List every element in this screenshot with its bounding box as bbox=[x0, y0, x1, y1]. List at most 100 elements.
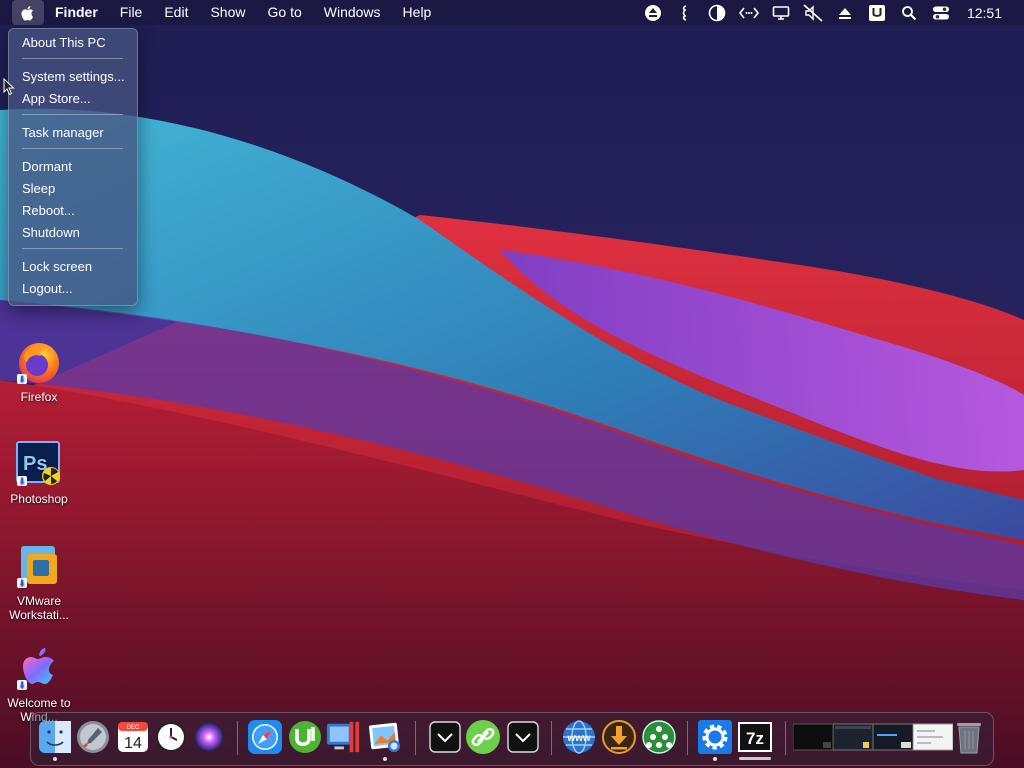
parallels-icon bbox=[326, 721, 360, 753]
running-indicator bbox=[383, 757, 387, 761]
eject-icon[interactable] bbox=[641, 3, 665, 23]
menu-edit[interactable]: Edit bbox=[153, 0, 199, 25]
menu-separator bbox=[22, 148, 123, 149]
menu-windows[interactable]: Windows bbox=[313, 0, 392, 25]
network-icon bbox=[642, 720, 676, 754]
settings-gear-icon bbox=[698, 720, 732, 754]
seven-zip-label: 7z bbox=[746, 729, 764, 748]
utorrent-icon bbox=[289, 721, 321, 753]
menu-item-system-settings[interactable]: System settings... bbox=[22, 67, 125, 87]
launchpad-icon bbox=[77, 721, 109, 753]
dock-folder-stack[interactable] bbox=[427, 719, 463, 755]
desktop-wallpaper bbox=[0, 0, 1024, 768]
calendar-icon: DEC 14 bbox=[118, 722, 148, 752]
menu-item-logout[interactable]: Logout... bbox=[22, 279, 73, 299]
mouse-cursor-icon bbox=[3, 78, 15, 96]
finder-icon bbox=[39, 721, 71, 753]
dock-separator bbox=[237, 721, 238, 755]
menu-go-to[interactable]: Go to bbox=[257, 0, 313, 25]
desktop-icon-label: Workstati... bbox=[9, 608, 69, 622]
code-arrows-icon[interactable] bbox=[737, 3, 761, 23]
display-icon[interactable] bbox=[769, 3, 793, 23]
search-icon[interactable] bbox=[897, 3, 921, 23]
menu-item-reboot[interactable]: Reboot... bbox=[22, 201, 75, 221]
menu-show[interactable]: Show bbox=[199, 0, 256, 25]
shortcut-arrow-icon: ⬇ bbox=[17, 374, 27, 384]
seven-zip-icon: 7z bbox=[738, 722, 772, 752]
upload-icon[interactable] bbox=[833, 3, 857, 23]
menu-item-lock-screen[interactable]: Lock screen bbox=[22, 257, 92, 277]
preview-icon bbox=[369, 722, 400, 752]
shortcut-arrow-icon: ⬇ bbox=[17, 578, 27, 588]
dock: DEC 14 www 7z bbox=[30, 712, 994, 766]
menu-separator bbox=[22, 114, 123, 115]
menu-item-app-store[interactable]: App Store... bbox=[22, 89, 91, 109]
download-icon bbox=[602, 720, 636, 754]
menu-item-shutdown[interactable]: Shutdown bbox=[22, 223, 80, 243]
quote-icon[interactable] bbox=[673, 3, 697, 23]
window-thumbnail bbox=[873, 723, 913, 751]
menu-bar: Finder File Edit Show Go to Windows Help bbox=[0, 0, 1024, 25]
control-center-icon[interactable] bbox=[929, 3, 953, 23]
desktop-icon-vmware[interactable]: ⬇ VMware Workstati... bbox=[1, 542, 77, 622]
link-icon bbox=[466, 720, 500, 754]
apple-logo-icon bbox=[21, 5, 33, 21]
window-thumbnail bbox=[833, 723, 873, 751]
dock-calendar[interactable]: DEC 14 bbox=[115, 719, 151, 755]
dock-minimized-window-4[interactable] bbox=[913, 719, 953, 755]
dock-siri[interactable] bbox=[191, 719, 227, 755]
dock-launchpad[interactable] bbox=[75, 719, 111, 755]
dock-downloads-stack[interactable] bbox=[505, 719, 541, 755]
menu-item-dormant[interactable]: Dormant bbox=[22, 157, 72, 177]
dock-7zip[interactable]: 7z bbox=[737, 719, 773, 755]
desktop-icon-label: Welcome to bbox=[7, 696, 71, 710]
desktop-icon-label: Firefox bbox=[20, 390, 58, 404]
dock-clock[interactable] bbox=[153, 719, 189, 755]
shortcut-arrow-icon: ⬇ bbox=[17, 680, 27, 690]
calendar-day: 14 bbox=[124, 735, 142, 752]
desktop-icon-photoshop[interactable]: Ps ⬇ Photoshop bbox=[1, 440, 77, 506]
apple-menu-button[interactable] bbox=[12, 0, 44, 25]
running-indicator bbox=[739, 757, 771, 760]
status-area: 12:51 bbox=[637, 0, 1024, 25]
window-thumbnail bbox=[793, 723, 833, 751]
dock-minimized-window-2[interactable] bbox=[833, 719, 873, 755]
desktop-icon-firefox[interactable]: ⬇ Firefox bbox=[1, 338, 77, 404]
chevron-down-icon bbox=[507, 721, 539, 753]
firefox-icon: ⬇ bbox=[15, 338, 63, 386]
window-thumbnail bbox=[913, 723, 953, 751]
dock-minimized-window-1[interactable] bbox=[793, 719, 833, 755]
trash-icon bbox=[957, 723, 981, 754]
chevron-down-icon bbox=[429, 721, 461, 753]
dock-parallels[interactable] bbox=[325, 719, 361, 755]
dock-finder[interactable] bbox=[37, 719, 73, 755]
menu-clock[interactable]: 12:51 bbox=[967, 5, 1002, 21]
dock-separator bbox=[687, 721, 688, 755]
calendar-month: DEC bbox=[127, 725, 140, 731]
contrast-icon[interactable] bbox=[705, 3, 729, 23]
welcome-app-icon: ⬇ bbox=[15, 644, 63, 692]
menu-item-sleep[interactable]: Sleep bbox=[22, 179, 55, 199]
dock-downloader[interactable] bbox=[601, 719, 637, 755]
mute-icon[interactable] bbox=[801, 3, 825, 23]
dock-minimized-window-3[interactable] bbox=[873, 719, 913, 755]
vmware-icon: ⬇ bbox=[15, 542, 63, 590]
dock-safari[interactable] bbox=[247, 719, 283, 755]
menu-help[interactable]: Help bbox=[392, 0, 443, 25]
dock-www[interactable]: www bbox=[561, 719, 597, 755]
dock-separator bbox=[415, 721, 416, 755]
dock-utorrent[interactable] bbox=[287, 719, 323, 755]
desktop-icon-label: VMware bbox=[16, 594, 61, 608]
dock-system-settings[interactable] bbox=[697, 719, 733, 755]
menu-file[interactable]: File bbox=[109, 0, 154, 25]
clock-icon bbox=[156, 722, 186, 752]
dock-trash[interactable] bbox=[951, 719, 987, 755]
dock-preview[interactable] bbox=[367, 719, 403, 755]
menu-item-about-this-pc[interactable]: About This PC bbox=[22, 33, 106, 53]
dock-link-app[interactable] bbox=[465, 719, 501, 755]
u-app-icon[interactable] bbox=[865, 3, 889, 23]
dock-network-app[interactable] bbox=[641, 719, 677, 755]
menu-item-task-manager[interactable]: Task manager bbox=[22, 123, 104, 143]
menu-finder[interactable]: Finder bbox=[44, 0, 109, 25]
menu-separator bbox=[22, 248, 123, 249]
